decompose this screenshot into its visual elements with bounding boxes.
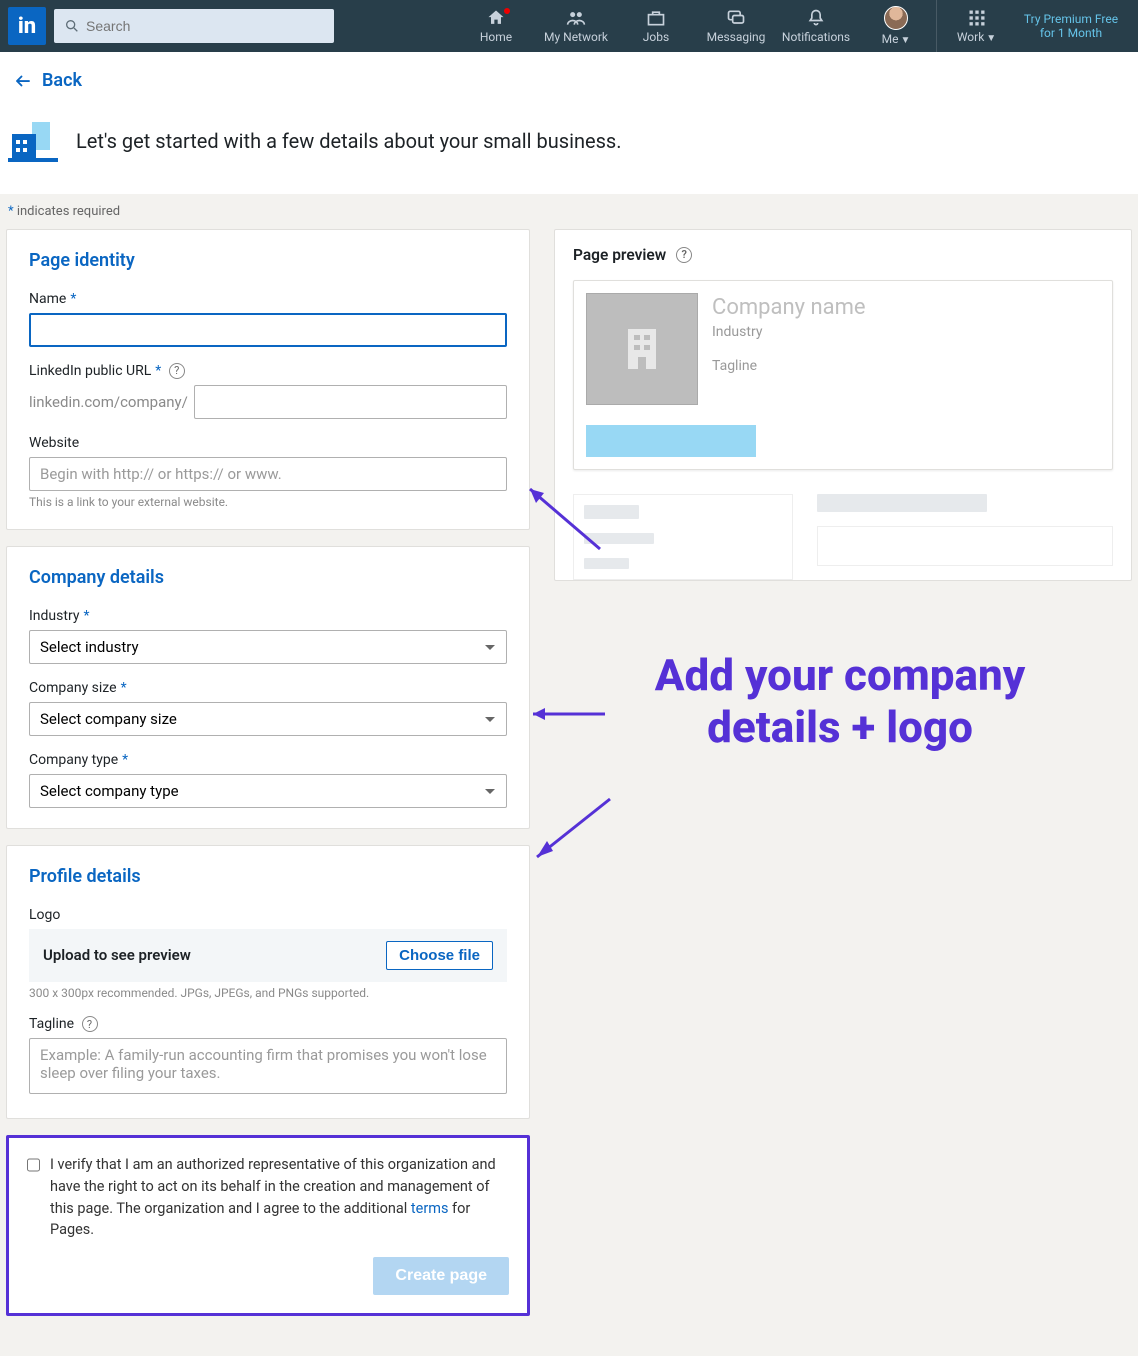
website-helper: This is a link to your external website. (29, 495, 507, 509)
verify-checkbox[interactable] (27, 1156, 40, 1174)
industry-select[interactable]: Select industry (29, 630, 507, 664)
company-details-title: Company details (29, 567, 507, 588)
small-business-icon (8, 116, 58, 166)
create-page-button[interactable]: Create page (373, 1257, 509, 1295)
terms-link[interactable]: terms (411, 1200, 449, 1217)
page-identity-title: Page identity (29, 250, 507, 271)
verify-card: I verify that I am an authorized represe… (6, 1135, 530, 1316)
nav-notifications[interactable]: Notifications (776, 0, 856, 52)
preview-industry: Industry (712, 324, 866, 340)
preview-company-name: Company name (712, 295, 866, 320)
preview-title: Page preview ? (573, 246, 1113, 264)
chevron-down-icon: ▼ (986, 33, 996, 44)
profile-details-card: Profile details Logo Upload to see previ… (6, 845, 530, 1119)
intro-heading: Let's get started with a few details abo… (76, 129, 622, 153)
verify-text: I verify that I am an authorized represe… (50, 1154, 509, 1241)
size-label: Company size* (29, 680, 507, 696)
tagline-label: Tagline ? (29, 1016, 507, 1032)
bell-icon (806, 8, 826, 28)
company-details-card: Company details Industry* Select industr… (6, 546, 530, 829)
annotation-arrow-icon (525, 699, 615, 729)
url-label: LinkedIn public URL* ? (29, 363, 507, 379)
industry-label: Industry* (29, 608, 507, 624)
preview-tagline: Tagline (712, 358, 866, 374)
type-label: Company type* (29, 752, 507, 768)
page-preview-card: Page preview ? Company name Industry Tag… (554, 229, 1132, 581)
info-icon[interactable]: ? (169, 363, 185, 379)
apps-grid-icon (967, 8, 987, 28)
nav-me[interactable]: Me▼ (856, 0, 936, 52)
back-button[interactable]: Back (12, 70, 82, 91)
hero-section: Back Let's get started with a few detail… (0, 52, 1138, 194)
annotation-label: Add your company details + logo (600, 649, 1080, 755)
linkedin-logo-icon[interactable]: in (8, 7, 46, 45)
avatar-icon (884, 6, 908, 30)
nav-home[interactable]: Home (456, 0, 536, 52)
arrow-left-icon (12, 72, 34, 90)
choose-file-button[interactable]: Choose file (386, 941, 493, 970)
nav-work[interactable]: Work▼ (936, 0, 1016, 52)
search-input[interactable] (54, 9, 334, 43)
logo-helper: 300 x 300px recommended. JPGs, JPEGs, an… (29, 986, 507, 1000)
preview-skeleton-sidebar (573, 494, 793, 580)
chevron-down-icon: ▼ (900, 35, 910, 46)
size-select[interactable]: Select company size (29, 702, 507, 736)
name-input[interactable] (29, 313, 507, 347)
upload-preview-label: Upload to see preview (43, 946, 191, 964)
building-placeholder-icon (622, 325, 662, 373)
required-note: * indicates required (0, 194, 1138, 229)
notification-badge-icon (502, 6, 512, 16)
nav-messaging[interactable]: Messaging (696, 0, 776, 52)
top-nav: in Home My Network Jobs Messaging Notifi… (0, 0, 1138, 52)
tagline-input[interactable] (29, 1038, 507, 1094)
profile-details-title: Profile details (29, 866, 507, 887)
upload-box: Upload to see preview Choose file (29, 929, 507, 982)
nav-jobs[interactable]: Jobs (616, 0, 696, 52)
nav-network[interactable]: My Network (536, 0, 616, 52)
info-icon[interactable]: ? (82, 1016, 98, 1032)
page-identity-card: Page identity Name* LinkedIn public URL*… (6, 229, 530, 530)
name-label: Name* (29, 291, 507, 307)
website-input[interactable] (29, 457, 507, 491)
url-prefix: linkedin.com/company/ (29, 393, 188, 411)
website-label: Website (29, 435, 507, 451)
search-icon (64, 18, 80, 34)
preview-skeleton-main (817, 494, 1113, 580)
logo-label: Logo (29, 907, 507, 923)
preview-follow-button-placeholder (586, 425, 756, 457)
info-icon[interactable]: ? (676, 247, 692, 263)
nav-premium[interactable]: Try Premium Free for 1 Month (1016, 0, 1126, 52)
annotation-arrow-icon (525, 789, 625, 869)
briefcase-icon (645, 8, 667, 28)
type-select[interactable]: Select company type (29, 774, 507, 808)
url-input[interactable] (194, 385, 507, 419)
network-icon (564, 8, 588, 28)
messaging-icon (725, 8, 747, 28)
preview-logo-placeholder (586, 293, 698, 405)
